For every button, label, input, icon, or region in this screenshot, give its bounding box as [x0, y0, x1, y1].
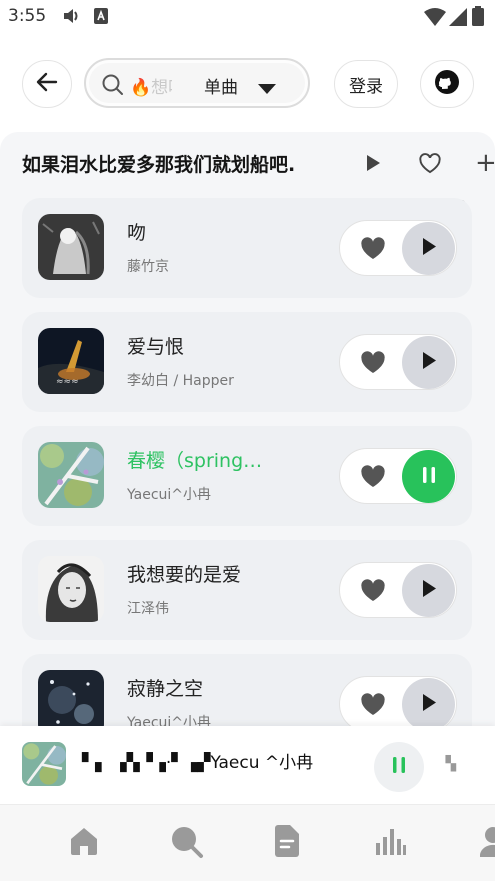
song-cover [38, 670, 104, 726]
song-item-active[interactable]: 春樱（spring… Yaecui^小冉 [22, 426, 472, 526]
song-actions [339, 448, 457, 504]
play-icon [421, 237, 437, 260]
song-name: 寂静之空 [127, 678, 204, 700]
top-bar: 🔥想听 单曲 登录 [0, 58, 495, 112]
plus-icon[interactable]: + [475, 148, 495, 178]
song-name: 吻 [127, 222, 147, 244]
now-playing-cover[interactable] [22, 742, 66, 786]
search-tab-icon[interactable] [170, 825, 204, 863]
song-actions [339, 220, 457, 276]
playlist-toggle[interactable]: ▝▖ [440, 756, 462, 772]
play-icon [421, 579, 437, 602]
heart-icon[interactable] [360, 351, 386, 378]
now-playing-title: ▘▖ ▗▚▝▗·▘▗▞Yaecu ^小冉 [82, 753, 314, 773]
playlist-title: 如果泪水比爱多那我们就划船吧. [22, 154, 296, 176]
play-icon [421, 351, 437, 374]
mini-player[interactable]: ▘▖ ▗▚▝▗·▘▗▞Yaecu ^小冉 ▝▖ [0, 726, 495, 804]
song-cover [38, 556, 104, 622]
play-icon [421, 693, 437, 716]
heart-outline-icon[interactable] [418, 153, 442, 178]
mini-pause-button[interactable] [374, 742, 424, 792]
heart-icon[interactable] [360, 579, 386, 606]
song-cover [38, 214, 104, 280]
heart-icon[interactable] [360, 237, 386, 264]
search-input[interactable]: 🔥想听 [130, 73, 172, 98]
playlist-panel: 如果泪水比爱多那我们就划船吧. + 吻 藤竹京 ≈≈≈ 爱与恨 李幼白 / Ha… [0, 132, 495, 726]
song-item[interactable]: 吻 藤竹京 [22, 198, 472, 298]
search-type-select[interactable]: 单曲 [204, 73, 238, 98]
song-name: 爱与恨 [127, 336, 185, 358]
document-icon[interactable] [273, 825, 301, 861]
status-time: 3:55 [8, 6, 47, 26]
song-artist[interactable]: 李幼白 / Happer [127, 370, 234, 390]
pause-icon [392, 756, 406, 778]
wifi-icon [424, 8, 446, 30]
github-button[interactable] [420, 60, 474, 108]
heart-icon[interactable] [360, 693, 386, 720]
song-artist[interactable]: Yaecui^小冉 [127, 484, 211, 504]
play-button[interactable] [402, 222, 455, 275]
github-icon [434, 69, 460, 99]
song-name: 春樱（spring… [127, 450, 263, 472]
battery-icon [472, 6, 484, 30]
caret-down-icon[interactable] [258, 80, 276, 99]
login-button[interactable]: 登录 [334, 60, 398, 108]
chart-bars-icon[interactable] [374, 825, 406, 861]
song-actions [339, 562, 457, 618]
volume-icon [62, 8, 80, 28]
bottom-tab-bar [0, 804, 495, 881]
pause-icon [422, 466, 436, 488]
play-all-icon[interactable] [365, 154, 381, 176]
search-bar[interactable]: 🔥想听 单曲 [84, 58, 310, 108]
play-button[interactable] [402, 336, 455, 389]
play-button[interactable] [402, 564, 455, 617]
pause-button[interactable] [402, 450, 455, 503]
song-cover [38, 442, 104, 508]
back-button[interactable] [22, 60, 72, 108]
song-item[interactable]: 我想要的是爱 江泽伟 [22, 540, 472, 640]
song-item[interactable]: 寂静之空 Yaecui^小冉 [22, 654, 472, 726]
song-actions [339, 334, 457, 390]
song-item[interactable]: ≈≈≈ 爱与恨 李幼白 / Happer [22, 312, 472, 412]
status-bar: 3:55 [0, 0, 495, 34]
song-name: 我想要的是爱 [127, 564, 242, 586]
song-artist[interactable]: Yaecui^小冉 [127, 712, 211, 726]
svg-text:≈≈≈: ≈≈≈ [56, 377, 79, 387]
song-artist[interactable]: 藤竹京 [127, 256, 169, 276]
song-artist[interactable]: 江泽伟 [127, 598, 169, 618]
signal-icon [449, 8, 467, 30]
home-icon[interactable] [68, 825, 100, 861]
song-cover: ≈≈≈ [38, 328, 104, 394]
play-button[interactable] [402, 678, 455, 726]
heart-icon[interactable] [360, 465, 386, 492]
song-actions [339, 676, 457, 726]
notification-icon [94, 8, 108, 28]
back-arrow-icon [36, 72, 58, 96]
search-icon [102, 74, 124, 100]
user-icon[interactable] [479, 825, 495, 861]
